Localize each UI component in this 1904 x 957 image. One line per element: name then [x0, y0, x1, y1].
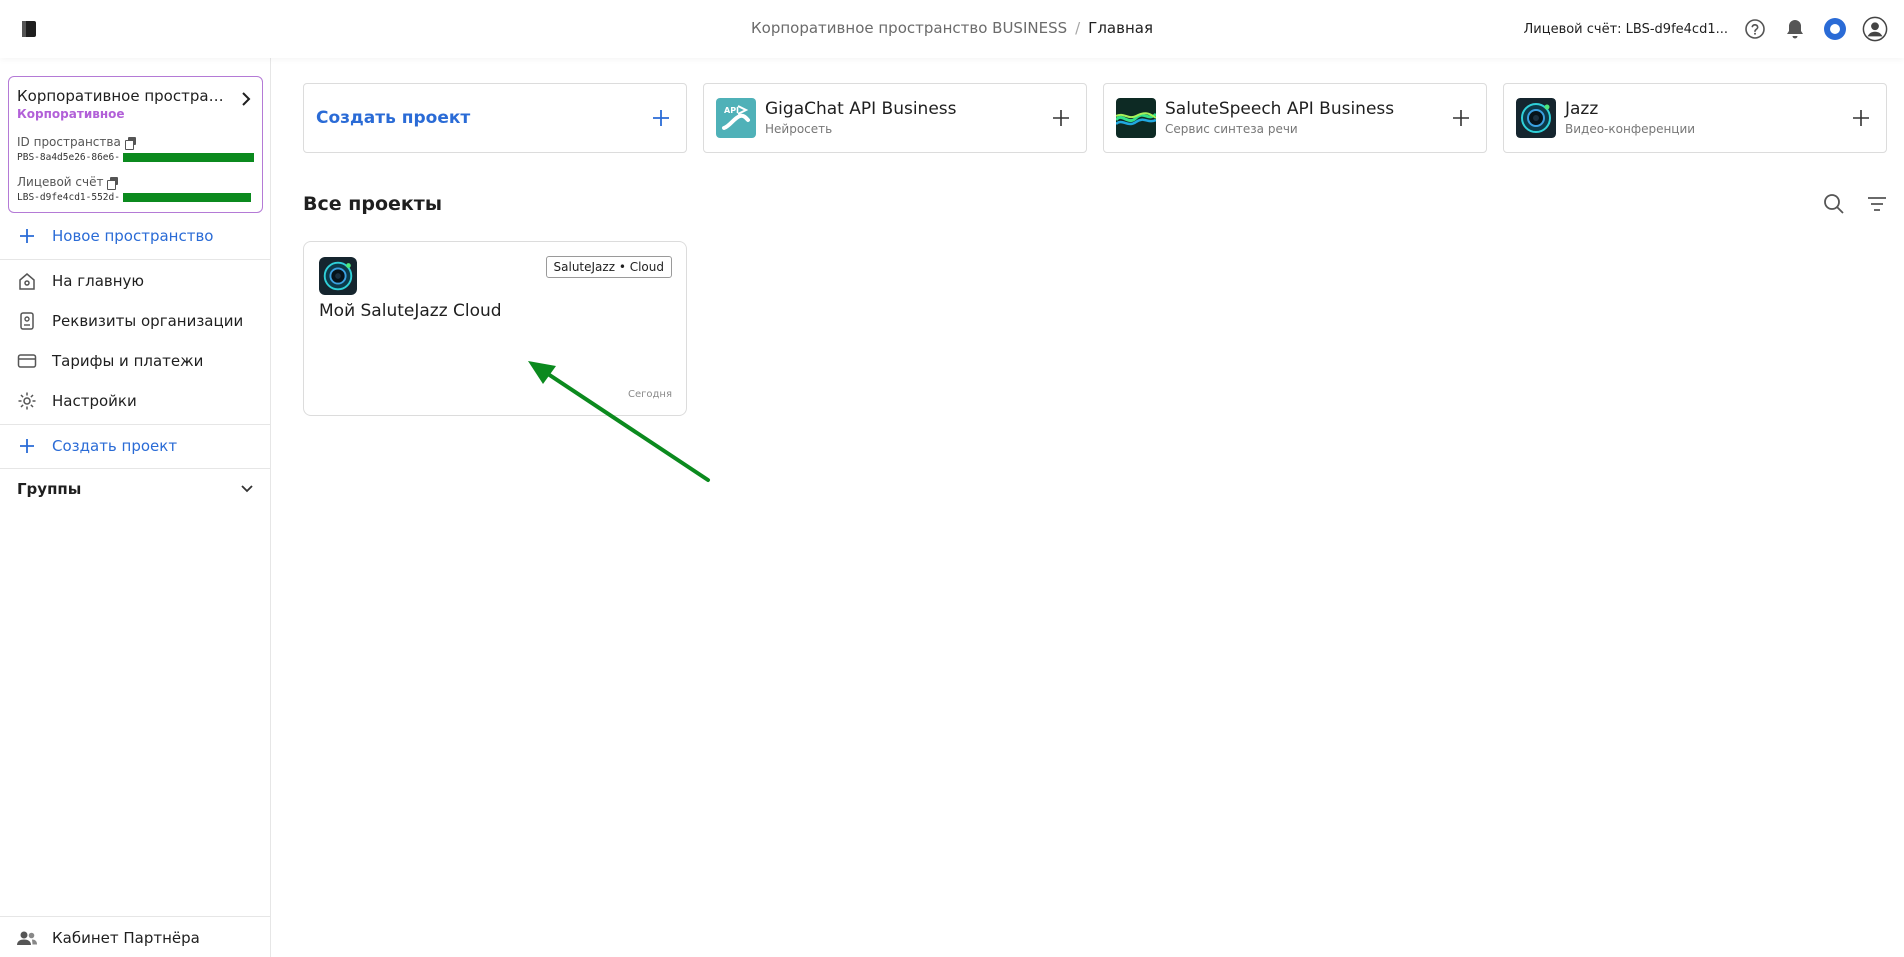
- space-id-value: PBS-8a4d5e26-86e6-: [17, 152, 254, 163]
- sidebar-item-label: Настройки: [52, 392, 137, 410]
- project-date: Сегодня: [628, 389, 672, 400]
- space-name: Корпоративное простран...: [17, 87, 227, 105]
- project-badge: SaluteJazz • Cloud: [545, 256, 672, 278]
- plus-icon: [650, 107, 672, 129]
- project-name: Мой SaluteJazz Cloud: [319, 301, 502, 321]
- create-project-tile[interactable]: Создать проект: [303, 83, 687, 153]
- space-id-label-text: ID пространства: [17, 135, 121, 149]
- gigachat-api-icon: API: [716, 98, 756, 138]
- divider: [0, 468, 270, 469]
- id-card-icon: [16, 310, 38, 332]
- divider: [0, 259, 270, 260]
- space-type: Корпоративное: [17, 107, 125, 121]
- assistant-icon[interactable]: [1822, 16, 1848, 42]
- chevron-down-icon: [240, 480, 254, 498]
- svg-text:API: API: [724, 106, 739, 115]
- jazz-tile[interactable]: Jazz Видео-конференции: [1503, 83, 1887, 153]
- bell-icon[interactable]: [1782, 16, 1808, 42]
- new-space-label: Новое пространство: [52, 227, 214, 245]
- home-icon: [16, 270, 38, 292]
- sidebar-item-label: Реквизиты организации: [52, 312, 244, 330]
- sidebar-item-home[interactable]: На главную: [0, 261, 270, 301]
- account-id-label-text: Лицевой счёт: [17, 175, 104, 189]
- salutespeech-icon: [1116, 98, 1156, 138]
- create-project-label: Создать проект: [52, 437, 178, 455]
- users-icon: [16, 927, 38, 949]
- top-right-controls: Лицевой счёт: LBS-d9fe4cd1...: [1524, 14, 1889, 44]
- partner-cabinet-link[interactable]: Кабинет Партнёра: [0, 918, 270, 957]
- tile-subtitle: Нейросеть: [765, 122, 833, 136]
- sidebar: Корпоративное простран... Корпоративное …: [0, 58, 271, 957]
- redaction-bar: [123, 193, 251, 202]
- divider: [0, 916, 270, 917]
- all-projects-title: Все проекты: [303, 193, 443, 215]
- help-icon[interactable]: [1742, 16, 1768, 42]
- copy-icon[interactable]: [124, 136, 136, 150]
- partner-cabinet-label: Кабинет Партнёра: [52, 929, 200, 947]
- copy-icon[interactable]: [107, 176, 119, 190]
- breadcrumb-current: Главная: [1088, 19, 1153, 37]
- sidebar-item-settings[interactable]: Настройки: [0, 381, 270, 421]
- plus-icon: [1850, 107, 1872, 129]
- plus-icon: [16, 225, 38, 247]
- space-id-text: PBS-8a4d5e26-86e6-: [17, 152, 120, 163]
- salutespeech-tile[interactable]: SaluteSpeech API Business Сервис синтеза…: [1103, 83, 1487, 153]
- new-space-button[interactable]: Новое пространство: [0, 216, 270, 256]
- tile-title: SaluteSpeech API Business: [1165, 99, 1395, 119]
- top-bar: Корпоративное пространство BUSINESS / Глав…: [0, 0, 1904, 58]
- plus-icon: [1050, 107, 1072, 129]
- divider: [0, 424, 270, 425]
- create-project-tile-title: Создать проект: [316, 108, 471, 128]
- profile-icon[interactable]: [1862, 16, 1888, 42]
- chevron-right-icon[interactable]: [240, 91, 252, 110]
- groups-toggle[interactable]: Группы: [0, 471, 270, 507]
- space-id-label: ID пространства: [17, 135, 254, 150]
- sidebar-item-label: Тарифы и платежи: [52, 352, 204, 370]
- sort-icon[interactable]: [1865, 192, 1891, 218]
- redaction-bar: [123, 153, 254, 162]
- space-card[interactable]: Корпоративное простран... Корпоративное …: [8, 76, 263, 213]
- main-content: Создать проект API GigaChat API Business…: [272, 58, 1904, 957]
- account-id-text: LBS-d9fe4cd1-552d-: [17, 192, 120, 203]
- create-project-button[interactable]: Создать проект: [0, 426, 270, 466]
- breadcrumb-space[interactable]: Корпоративное пространство BUSINESS: [751, 19, 1067, 37]
- account-id-value: LBS-d9fe4cd1-552d-: [17, 192, 254, 203]
- tile-title: Jazz: [1565, 99, 1599, 119]
- sidebar-item-requisites[interactable]: Реквизиты организации: [0, 301, 270, 341]
- breadcrumb-separator: /: [1075, 19, 1081, 37]
- tile-subtitle: Видео-конференции: [1565, 122, 1696, 136]
- search-icon[interactable]: [1822, 192, 1848, 218]
- jazz-icon: [319, 257, 357, 295]
- jazz-icon: [1516, 98, 1556, 138]
- card-icon: [16, 350, 38, 372]
- groups-label: Группы: [17, 480, 82, 498]
- gigachat-tile[interactable]: API GigaChat API Business Нейросеть: [703, 83, 1087, 153]
- sidebar-item-label: На главную: [52, 272, 145, 290]
- sidebar-item-tariffs[interactable]: Тарифы и платежи: [0, 341, 270, 381]
- account-label[interactable]: Лицевой счёт: LBS-d9fe4cd1...: [1524, 22, 1729, 37]
- gear-icon: [16, 390, 38, 412]
- tile-subtitle: Сервис синтеза речи: [1165, 122, 1298, 136]
- account-id-label: Лицевой счёт: [17, 175, 254, 190]
- plus-icon: [1450, 107, 1472, 129]
- project-card[interactable]: SaluteJazz • Cloud Мой SaluteJazz Cloud …: [303, 241, 687, 416]
- tile-title: GigaChat API Business: [765, 99, 957, 119]
- plus-icon: [16, 435, 38, 457]
